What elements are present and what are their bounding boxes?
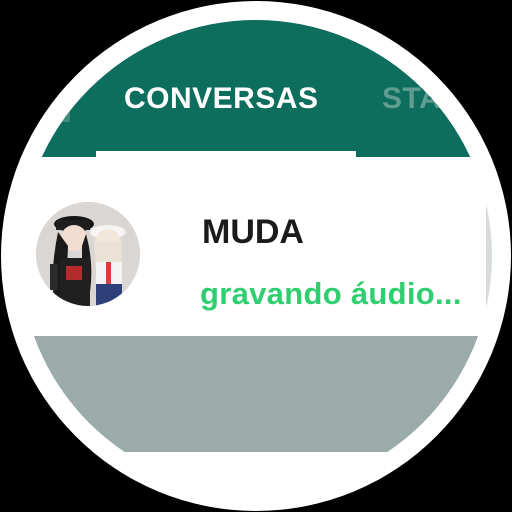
avatar-image [36, 202, 140, 306]
recording-status: gravando áudio... [200, 276, 462, 311]
camera-tab-icon[interactable] [44, 78, 70, 122]
chat-list-item[interactable]: MUDA gravando áudio... [20, 157, 492, 332]
cropped-screenshot: CONVERSAS STA MUDA gravando áudio... [20, 20, 492, 492]
profile-frame: CONVERSAS STA MUDA gravando áudio... [0, 0, 512, 512]
tab-conversas[interactable]: CONVERSAS [124, 82, 319, 116]
chat-name: MUDA [202, 213, 304, 251]
app-header: CONVERSAS STA [20, 20, 492, 157]
tab-status[interactable]: STA [382, 82, 441, 116]
bottom-area [20, 452, 492, 492]
chat-list-background [20, 336, 492, 452]
circle-border: CONVERSAS STA MUDA gravando áudio... [1, 1, 511, 511]
avatar[interactable] [36, 202, 140, 306]
